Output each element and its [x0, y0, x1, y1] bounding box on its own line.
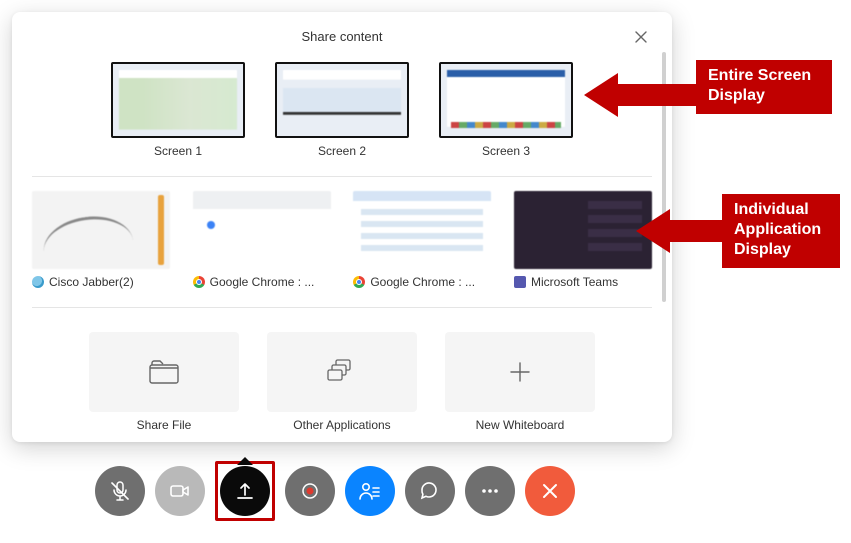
record-icon — [299, 480, 321, 502]
share-content-button[interactable] — [220, 466, 270, 516]
other-applications-card[interactable]: Other Applications — [267, 332, 417, 432]
screens-row: Screen 1 Screen 2 Screen 3 — [32, 62, 652, 158]
app-caption: Microsoft Teams — [514, 275, 652, 289]
end-call-button[interactable] — [525, 466, 575, 516]
screen-thumbnail — [275, 62, 409, 138]
video-icon — [169, 480, 191, 502]
record-button[interactable] — [285, 466, 335, 516]
app-option-chrome-1[interactable]: Google Chrome : ... — [193, 191, 331, 289]
app-label: Google Chrome : ... — [370, 275, 475, 289]
action-label: Other Applications — [267, 418, 417, 432]
windows-stack-icon — [327, 359, 357, 385]
app-option-cisco-jabber[interactable]: Cisco Jabber(2) — [32, 191, 170, 289]
screen-option-2[interactable]: Screen 2 — [275, 62, 409, 158]
call-toolbar — [95, 461, 575, 521]
actions-row: Share File Other Applications New Whiteb… — [32, 332, 652, 432]
people-icon — [358, 480, 382, 502]
teams-icon — [514, 276, 526, 288]
callout-arrow-body — [618, 84, 696, 106]
app-label: Cisco Jabber(2) — [49, 275, 134, 289]
ellipsis-icon — [479, 480, 501, 502]
app-thumbnail — [193, 191, 331, 269]
app-option-chrome-2[interactable]: Google Chrome : ... — [353, 191, 491, 289]
divider — [32, 307, 652, 308]
mute-button[interactable] — [95, 466, 145, 516]
screen-option-1[interactable]: Screen 1 — [111, 62, 245, 158]
app-thumbnail — [353, 191, 491, 269]
new-whiteboard-card[interactable]: New Whiteboard — [445, 332, 595, 432]
callout-arrow-head — [584, 73, 618, 117]
applications-row: Cisco Jabber(2) Google Chrome : ... Goog… — [32, 191, 652, 289]
callout-arrow-head — [636, 209, 670, 253]
chat-icon — [419, 480, 441, 502]
mic-off-icon — [109, 480, 131, 502]
screen-option-3[interactable]: Screen 3 — [439, 62, 573, 158]
more-options-button[interactable] — [465, 466, 515, 516]
screen-label: Screen 2 — [275, 144, 409, 158]
participants-button[interactable] — [345, 466, 395, 516]
app-thumbnail — [32, 191, 170, 269]
callout-text: Individual Application Display — [734, 201, 821, 258]
callout-arrow-body — [670, 220, 722, 242]
panel-header: Share content — [32, 22, 652, 52]
close-icon — [541, 482, 559, 500]
app-label: Microsoft Teams — [531, 275, 618, 289]
app-thumbnail — [514, 191, 652, 269]
screen-thumbnail — [111, 62, 245, 138]
app-caption: Google Chrome : ... — [193, 275, 331, 289]
panel-title: Share content — [302, 29, 383, 44]
close-button[interactable] — [630, 26, 652, 48]
share-file-card[interactable]: Share File — [89, 332, 239, 432]
chrome-icon — [353, 276, 365, 288]
chat-button[interactable] — [405, 466, 455, 516]
action-label: Share File — [89, 418, 239, 432]
app-label: Google Chrome : ... — [210, 275, 315, 289]
callout-text: Entire Screen Display — [708, 67, 811, 104]
chrome-icon — [193, 276, 205, 288]
app-caption: Cisco Jabber(2) — [32, 275, 170, 289]
close-icon — [635, 31, 647, 43]
share-button-highlight — [215, 461, 275, 521]
popover-notch — [237, 457, 253, 465]
video-button[interactable] — [155, 466, 205, 516]
divider — [32, 176, 652, 177]
app-caption: Google Chrome : ... — [353, 275, 491, 289]
app-option-teams[interactable]: Microsoft Teams — [514, 191, 652, 289]
callout-entire-screen: Entire Screen Display — [696, 60, 832, 114]
share-content-panel: Share content Screen 1 Screen 2 Screen 3… — [12, 12, 672, 442]
jabber-icon — [32, 276, 44, 288]
screen-label: Screen 3 — [439, 144, 573, 158]
action-label: New Whiteboard — [445, 418, 595, 432]
screen-thumbnail — [439, 62, 573, 138]
folder-icon — [149, 360, 179, 384]
plus-icon — [508, 360, 532, 384]
share-up-icon — [234, 480, 256, 502]
callout-individual-app: Individual Application Display — [722, 194, 840, 268]
screen-label: Screen 1 — [111, 144, 245, 158]
